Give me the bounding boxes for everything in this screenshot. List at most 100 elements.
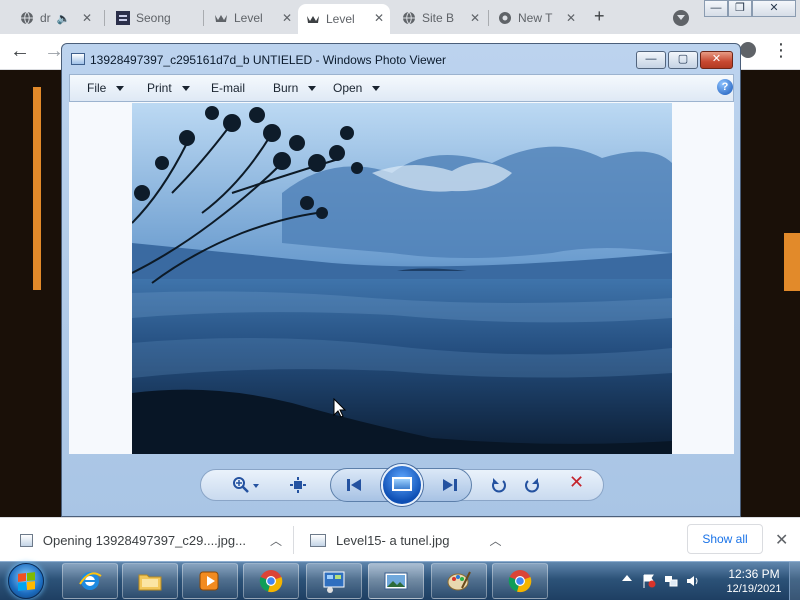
profile-icon[interactable] bbox=[740, 42, 756, 58]
browser-tab-4-active[interactable]: Level ✕ bbox=[298, 4, 390, 34]
show-all-button[interactable]: Show all bbox=[687, 524, 763, 554]
download-separator bbox=[293, 526, 294, 554]
taskbar-file-explorer[interactable] bbox=[122, 563, 178, 599]
menu-file[interactable]: File bbox=[87, 81, 125, 95]
volume-icon[interactable] bbox=[686, 574, 700, 588]
next-button[interactable] bbox=[439, 474, 461, 496]
tab-close-icon[interactable]: ✕ bbox=[566, 11, 576, 25]
action-center-flag-icon[interactable] bbox=[642, 574, 656, 588]
menu-label: E-mail bbox=[211, 81, 246, 95]
photo-viewer-app-icon bbox=[71, 53, 85, 65]
browser-tab-label: Seong bbox=[136, 11, 171, 25]
window-restore-button[interactable]: ❐ bbox=[728, 0, 752, 17]
show-hidden-icons-icon[interactable] bbox=[622, 575, 632, 581]
browser-tab-label: dr bbox=[40, 11, 51, 25]
slideshow-icon bbox=[392, 477, 412, 491]
internet-explorer-icon bbox=[79, 572, 102, 590]
taskbar-paint[interactable] bbox=[431, 563, 487, 599]
clock-time[interactable]: 12:36 PM bbox=[714, 567, 794, 581]
menu-label: Burn bbox=[273, 81, 299, 95]
photo-viewer-titlebar[interactable]: 13928497397_c295161d7d_b UNTIELED - Wind… bbox=[62, 44, 740, 74]
tab-close-icon[interactable]: ✕ bbox=[282, 11, 292, 25]
magnifier-plus-icon bbox=[233, 477, 249, 493]
maximize-button[interactable]: ▢ bbox=[668, 51, 698, 69]
browser-tab-3[interactable]: Level ✕ bbox=[206, 4, 298, 32]
close-downloads-icon[interactable]: ✕ bbox=[775, 530, 788, 550]
rotate-clockwise-button[interactable] bbox=[521, 474, 543, 496]
download-item-1[interactable]: Opening 13928497397_c29....jpg... ︿ bbox=[20, 518, 282, 562]
delete-icon[interactable]: ✕ bbox=[569, 472, 584, 493]
file-explorer-icon bbox=[138, 574, 162, 591]
browser-tab-label: Level bbox=[234, 11, 263, 25]
browser-tab-6[interactable]: New T ✕ bbox=[490, 4, 582, 32]
tab-search-icon[interactable] bbox=[673, 10, 689, 26]
taskbar-chrome-2[interactable] bbox=[492, 563, 548, 599]
menu-open[interactable]: Open bbox=[333, 81, 381, 95]
image-file-icon bbox=[310, 533, 326, 547]
orange-accent-bar-left bbox=[33, 87, 41, 290]
downloads-bar: Opening 13928497397_c29....jpg... ︿ Leve… bbox=[0, 517, 800, 561]
show-desktop-button[interactable] bbox=[789, 562, 800, 600]
browser-tab-label: Site B bbox=[422, 11, 455, 25]
control-panel-icon bbox=[323, 571, 345, 593]
photo-viewer-toolbar: ✕ bbox=[69, 454, 734, 516]
tab-close-icon[interactable]: ✕ bbox=[374, 11, 384, 25]
menu-label: Open bbox=[333, 81, 363, 95]
menu-print[interactable]: Print bbox=[147, 81, 190, 95]
menu-email[interactable]: E-mail bbox=[211, 81, 245, 95]
browser-tab-2[interactable]: Seong bbox=[108, 4, 200, 32]
menu-burn[interactable]: Burn bbox=[273, 81, 317, 95]
browser-tab-label: Level bbox=[326, 12, 355, 26]
system-tray: 12:36 PM 12/19/2021 bbox=[618, 562, 800, 600]
taskbar-photo-viewer[interactable] bbox=[368, 563, 424, 599]
download-item-2[interactable]: Level15- a tunel.jpg ︿ bbox=[310, 518, 520, 562]
browser-tab-5[interactable]: Site B ✕ bbox=[394, 4, 486, 32]
chevron-down-icon bbox=[116, 86, 125, 92]
help-icon[interactable]: ? bbox=[717, 79, 733, 95]
tab-separator bbox=[203, 10, 204, 26]
chevron-up-icon[interactable]: ︿ bbox=[270, 532, 282, 549]
photo-viewer-icon bbox=[384, 572, 408, 590]
window-close-button[interactable]: ✕ bbox=[752, 0, 796, 17]
download-label: Opening 13928497397_c29....jpg... bbox=[42, 532, 246, 548]
speaker-muted-icon[interactable]: 🔈 bbox=[57, 12, 71, 25]
tab-close-icon[interactable]: ✕ bbox=[470, 11, 480, 25]
crown-icon bbox=[215, 15, 227, 22]
next-icon bbox=[443, 479, 457, 491]
chevron-up-icon[interactable]: ︿ bbox=[489, 532, 501, 549]
orange-accent-bar-right bbox=[784, 233, 800, 291]
slideshow-button[interactable] bbox=[381, 464, 423, 506]
close-button[interactable]: ✕ bbox=[700, 51, 733, 69]
browser-menu-icon[interactable]: ⋮ bbox=[772, 40, 790, 61]
window-minimize-button[interactable]: — bbox=[704, 0, 728, 17]
chevron-down-icon bbox=[181, 86, 190, 92]
zoom-button[interactable] bbox=[229, 474, 253, 496]
rotate-counterclockwise-button[interactable] bbox=[488, 474, 510, 496]
start-button[interactable] bbox=[8, 563, 44, 599]
tab-close-icon[interactable]: ✕ bbox=[82, 11, 92, 25]
chrome-icon bbox=[259, 570, 283, 593]
photo-viewer-window: 13928497397_c295161d7d_b UNTIELED - Wind… bbox=[61, 43, 741, 517]
taskbar-internet-explorer[interactable] bbox=[62, 563, 118, 599]
taskbar-chrome[interactable] bbox=[243, 563, 299, 599]
photo-display-area bbox=[69, 102, 734, 454]
previous-button[interactable] bbox=[343, 474, 365, 496]
new-tab-button[interactable]: + bbox=[594, 6, 605, 27]
minimize-button[interactable]: — bbox=[636, 51, 666, 69]
taskbar-control-panel[interactable] bbox=[306, 563, 362, 599]
clock-date[interactable]: 12/19/2021 bbox=[714, 583, 794, 595]
actual-size-button[interactable] bbox=[287, 474, 309, 496]
image-file-icon bbox=[20, 533, 33, 547]
zoom-dropdown-icon[interactable] bbox=[253, 484, 259, 488]
back-arrow-icon[interactable]: ← bbox=[10, 40, 30, 63]
browser-tab-1[interactable]: dr 🔈 ✕ bbox=[12, 4, 98, 32]
rotate-left-icon bbox=[492, 478, 506, 493]
tab-separator bbox=[104, 10, 105, 26]
menu-label: Print bbox=[147, 81, 172, 95]
download-label: Level15- a tunel.jpg bbox=[336, 532, 450, 548]
taskbar-media-player[interactable] bbox=[182, 563, 238, 599]
browser-tabstrip: dr 🔈 ✕ Seong Level ✕ Level ✕ Site B ✕ Ne… bbox=[0, 0, 800, 34]
network-icon[interactable] bbox=[664, 574, 678, 588]
globe-icon bbox=[21, 11, 33, 25]
fit-window-icon bbox=[290, 477, 306, 493]
